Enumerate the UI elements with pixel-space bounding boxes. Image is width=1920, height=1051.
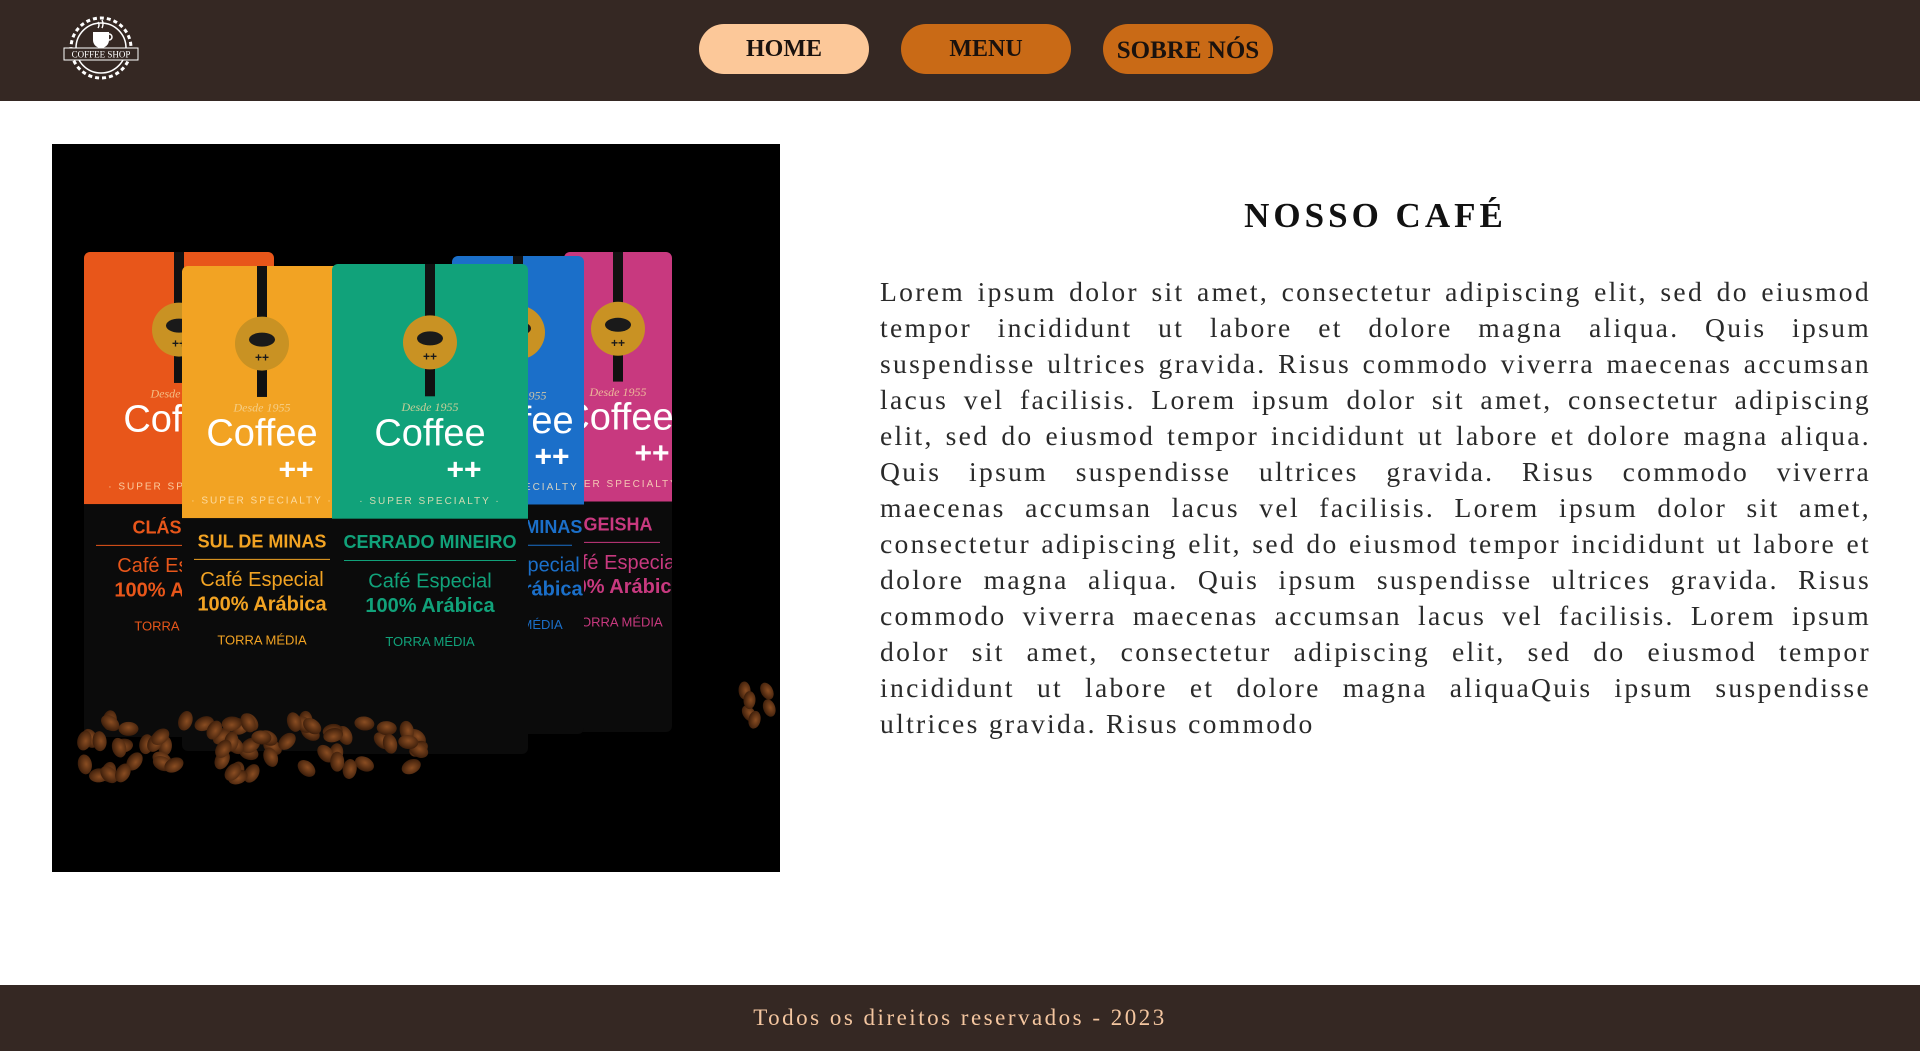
section-title: NOSSO CAFÉ (1244, 196, 1507, 235)
coffee-bean (760, 682, 774, 700)
package-medallion-text: ++ (255, 351, 269, 365)
coffee-bean (762, 699, 776, 717)
coffee-bean (297, 760, 316, 777)
package-roast-text: TORRA MÉDIA (385, 634, 475, 649)
top-navigation-bar: COFFEE SHOP HOME MENU SOBRE NÓS (0, 0, 1920, 101)
coffee-packages-image: ++Desde 1955Coffee++· SUPER SPECIALTY ·C… (52, 144, 780, 872)
package-medallion-text: ++ (423, 349, 437, 363)
coffee-bean (330, 751, 345, 772)
package-name-text: SUL DE MINAS (198, 531, 327, 551)
package-roast-text: TORRA MÉDIA (573, 614, 663, 629)
coffee-bean (118, 721, 139, 736)
package-line2-text: 100% Arábica (365, 595, 495, 617)
package-brand-plus-text: ++ (446, 454, 481, 487)
nav-about-button[interactable]: SOBRE NÓS (1103, 24, 1273, 74)
logo-text: COFFEE SHOP (72, 50, 131, 60)
section-body-text: Lorem ipsum dolor sit amet, consectetur … (880, 276, 1871, 739)
coffee-package: ++Desde 1955Coffee++· SUPER SPECIALTY ·C… (332, 264, 528, 754)
package-name-text: GEISHA (583, 514, 652, 534)
package-tagline-text: · SUPER SPECIALTY · (359, 496, 501, 507)
package-brand-plus-text: ++ (534, 440, 569, 473)
coffee-shop-logo[interactable]: COFFEE SHOP (60, 10, 142, 80)
coffee-shop-logo-icon: COFFEE SHOP (63, 16, 139, 80)
footer-copyright: Todos os direitos reservados - 2023 (753, 1005, 1167, 1030)
coffee-packages-illustration: ++Desde 1955Coffee++· SUPER SPECIALTY ·C… (77, 252, 776, 785)
package-brand-text: Coffee (374, 412, 485, 454)
nav-home-button[interactable]: HOME (699, 24, 869, 74)
coffee-bean (401, 759, 421, 775)
package-brand-plus-text: ++ (634, 437, 669, 470)
package-brand-text: Coffee (206, 412, 317, 454)
package-brand-plus-text: ++ (278, 453, 313, 486)
coffee-package: ++Desde 1955Coffee++· SUPER SPECIALTY ·S… (182, 266, 342, 751)
nav-menu-button[interactable]: MENU (901, 24, 1071, 74)
package-line1-text: Café Especial (368, 570, 491, 592)
package-medallion-text: ++ (611, 336, 625, 350)
package-name-text: CERRADO MINEIRO (343, 532, 516, 552)
package-line2-text: 100% Arábica (197, 593, 327, 615)
package-roast-text: TORRA MÉDIA (217, 632, 307, 647)
footer: Todos os direitos reservados - 2023 (0, 985, 1920, 1051)
package-tagline-text: · SUPER SPECIALTY · (191, 496, 333, 507)
package-line1-text: Café Especial (200, 569, 323, 591)
about-coffee-section: NOSSO CAFÉ Lorem ipsum dolor sit amet, c… (880, 196, 1871, 852)
